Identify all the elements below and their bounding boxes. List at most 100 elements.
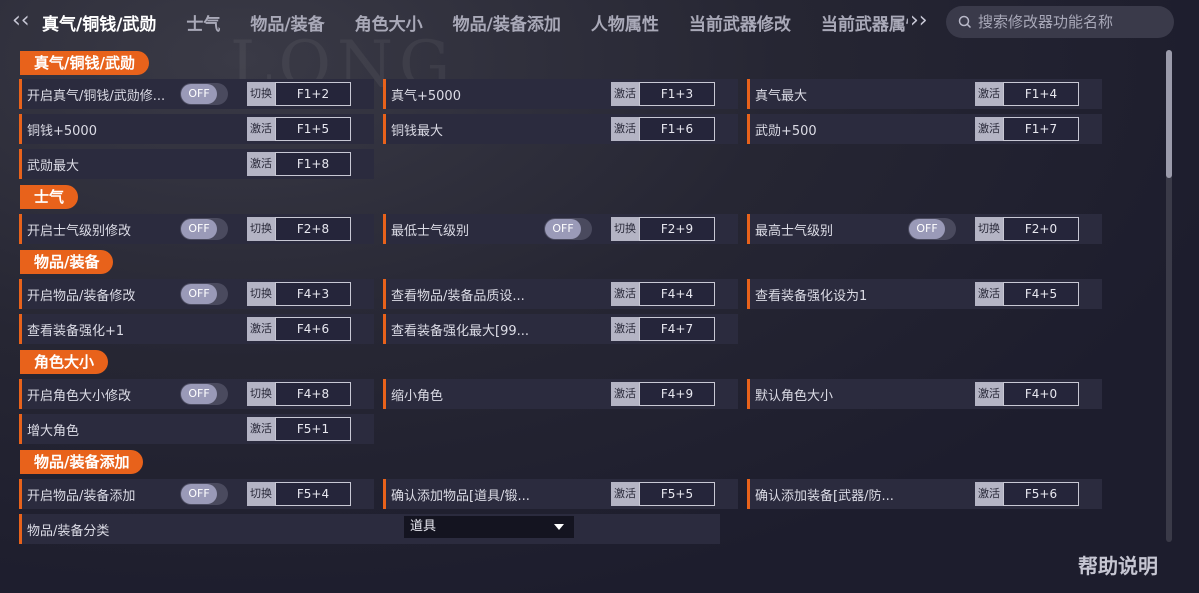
toggle-switch[interactable]: OFF <box>180 218 228 240</box>
top-nav: ‹‹ 真气/铜钱/武勋 士气 物品/装备 角色大小 物品/装备添加 人物属性 当… <box>0 0 1199 44</box>
hotkey-control[interactable]: 切换 F2+9 <box>611 217 715 241</box>
hotkey-control[interactable]: 激活 F1+6 <box>611 117 715 141</box>
hotkey-key: F4+3 <box>275 282 351 306</box>
hotkey-key: F5+4 <box>275 482 351 506</box>
hotkey-key: F4+5 <box>1003 282 1079 306</box>
hotkey-control[interactable]: 切换 F2+8 <box>247 217 351 241</box>
hotkey-key: F2+8 <box>275 217 351 241</box>
hotkey-control[interactable]: 激活 F1+4 <box>975 82 1079 106</box>
hotkey-key: F1+3 <box>639 82 715 106</box>
hotkey-control[interactable]: 激活 F4+5 <box>975 282 1079 306</box>
hotkey-action: 激活 <box>247 417 275 441</box>
tab-weapon-edit[interactable]: 当前武器修改 <box>689 10 791 35</box>
row-label: 开启物品/装备添加 <box>27 488 136 504</box>
nav-prev-icon[interactable]: ‹‹ <box>12 8 30 34</box>
hotkey-control[interactable]: 激活 F5+6 <box>975 482 1079 506</box>
toggle-switch[interactable]: OFF <box>180 383 228 405</box>
hotkey-action: 激活 <box>247 317 275 341</box>
content-panel: 真气/铜钱/武勋 开启真气/铜钱/武勋修... OFF 切换 F1+2 真气+50… <box>0 44 1160 554</box>
hotkey-control[interactable]: 激活 F4+9 <box>611 382 715 406</box>
hotkey-action: 激活 <box>611 82 639 106</box>
hotkey-control[interactable]: 激活 F1+5 <box>247 117 351 141</box>
hotkey-key: F1+4 <box>1003 82 1079 106</box>
row-label: 查看装备强化最大[99... <box>391 323 530 339</box>
hotkey-control[interactable]: 激活 F5+5 <box>611 482 715 506</box>
tab-items[interactable]: 物品/装备 <box>250 10 324 35</box>
help-button[interactable]: 帮助说明 <box>1078 550 1158 579</box>
hotkey-key: F2+9 <box>639 217 715 241</box>
tab-shiqi[interactable]: 士气 <box>186 10 220 35</box>
row-enable-shiqi: 开启士气级别修改 OFF 切换 F2+8 <box>19 214 374 244</box>
row-confirm-add-item: 确认添加物品[道具/锻... 激活 F5+5 <box>383 479 738 509</box>
category-dropdown[interactable]: 道具 <box>404 516 574 538</box>
hotkey-control[interactable]: 激活 F4+4 <box>611 282 715 306</box>
scrollbar-thumb[interactable] <box>1166 50 1172 178</box>
row-zhenqi-5000: 真气+5000 激活 F1+3 <box>383 79 738 109</box>
hotkey-action: 切换 <box>611 217 639 241</box>
hotkey-control[interactable]: 激活 F4+6 <box>247 317 351 341</box>
tab-character-size[interactable]: 角色大小 <box>355 10 423 35</box>
section-title-zhenqi: 真气/铜钱/武勋 <box>20 51 149 75</box>
row-label: 默认角色大小 <box>755 388 834 404</box>
row-label: 开启物品/装备修改 <box>27 288 136 304</box>
toggle-knob: OFF <box>545 219 581 239</box>
toggle-switch[interactable]: OFF <box>908 218 956 240</box>
toggle-knob: OFF <box>181 484 217 504</box>
row-label: 物品/装备分类 <box>27 523 110 539</box>
section-title-item-add: 物品/装备添加 <box>20 450 144 474</box>
hotkey-control[interactable]: 激活 F1+8 <box>247 152 351 176</box>
tab-zhenqi[interactable]: 真气/铜钱/武勋 <box>42 10 156 35</box>
hotkey-key: F4+4 <box>639 282 715 306</box>
hotkey-action: 激活 <box>975 82 1003 106</box>
hotkey-control[interactable]: 激活 F4+7 <box>611 317 715 341</box>
hotkey-control[interactable]: 切换 F5+4 <box>247 482 351 506</box>
nav-tabs: 真气/铜钱/武勋 士气 物品/装备 角色大小 物品/装备添加 人物属性 当前武器… <box>42 0 908 44</box>
row-label: 确认添加装备[武器/防... <box>755 488 894 504</box>
row-enable-item-add: 开启物品/装备添加 OFF 切换 F5+4 <box>19 479 374 509</box>
tab-item-add[interactable]: 物品/装备添加 <box>453 10 561 35</box>
section-title-shiqi: 士气 <box>20 185 79 209</box>
hotkey-action: 激活 <box>975 482 1003 506</box>
hotkey-action: 切换 <box>247 382 275 406</box>
search-box[interactable] <box>946 6 1174 38</box>
hotkey-control[interactable]: 激活 F1+7 <box>975 117 1079 141</box>
toggle-knob: OFF <box>181 284 217 304</box>
hotkey-action: 激活 <box>975 117 1003 141</box>
tab-weapon-attr[interactable]: 当前武器属性 <box>821 10 908 35</box>
hotkey-control[interactable]: 切换 F4+8 <box>247 382 351 406</box>
scrollbar[interactable] <box>1166 50 1172 542</box>
hotkey-control[interactable]: 切换 F2+0 <box>975 217 1079 241</box>
hotkey-action: 激活 <box>611 317 639 341</box>
nav-next-icon[interactable]: ›› <box>910 8 928 34</box>
section-title-items: 物品/装备 <box>20 250 114 274</box>
row-label: 查看装备强化设为1 <box>755 288 868 304</box>
row-label: 真气最大 <box>755 88 808 104</box>
hotkey-control[interactable]: 激活 F5+1 <box>247 417 351 441</box>
row-label: 最高士气级别 <box>755 223 834 239</box>
section-title-character-size: 角色大小 <box>20 350 109 374</box>
row-label: 增大角色 <box>27 423 80 439</box>
row-zhenqi-max: 真气最大 激活 F1+4 <box>747 79 1102 109</box>
hotkey-control[interactable]: 切换 F4+3 <box>247 282 351 306</box>
hotkey-key: F4+7 <box>639 317 715 341</box>
row-label: 武勋最大 <box>27 158 80 174</box>
search-input[interactable] <box>978 13 1168 31</box>
hotkey-action: 切换 <box>247 217 275 241</box>
hotkey-action: 激活 <box>247 117 275 141</box>
toggle-switch[interactable]: OFF <box>544 218 592 240</box>
row-enhance-max: 查看装备强化最大[99... 激活 F4+7 <box>383 314 738 344</box>
toggle-switch[interactable]: OFF <box>180 83 228 105</box>
hotkey-key: F5+5 <box>639 482 715 506</box>
hotkey-action: 激活 <box>611 282 639 306</box>
tab-character-attr[interactable]: 人物属性 <box>591 10 659 35</box>
hotkey-key: F2+0 <box>1003 217 1079 241</box>
hotkey-control[interactable]: 切换 F1+2 <box>247 82 351 106</box>
hotkey-action: 激活 <box>975 282 1003 306</box>
toggle-switch[interactable]: OFF <box>180 283 228 305</box>
toggle-switch[interactable]: OFF <box>180 483 228 505</box>
row-wuxun-max: 武勋最大 激活 F1+8 <box>19 149 374 179</box>
hotkey-control[interactable]: 激活 F1+3 <box>611 82 715 106</box>
row-tongqian-max: 铜钱最大 激活 F1+6 <box>383 114 738 144</box>
row-label: 确认添加物品[道具/锻... <box>391 488 530 504</box>
hotkey-control[interactable]: 激活 F4+0 <box>975 382 1079 406</box>
